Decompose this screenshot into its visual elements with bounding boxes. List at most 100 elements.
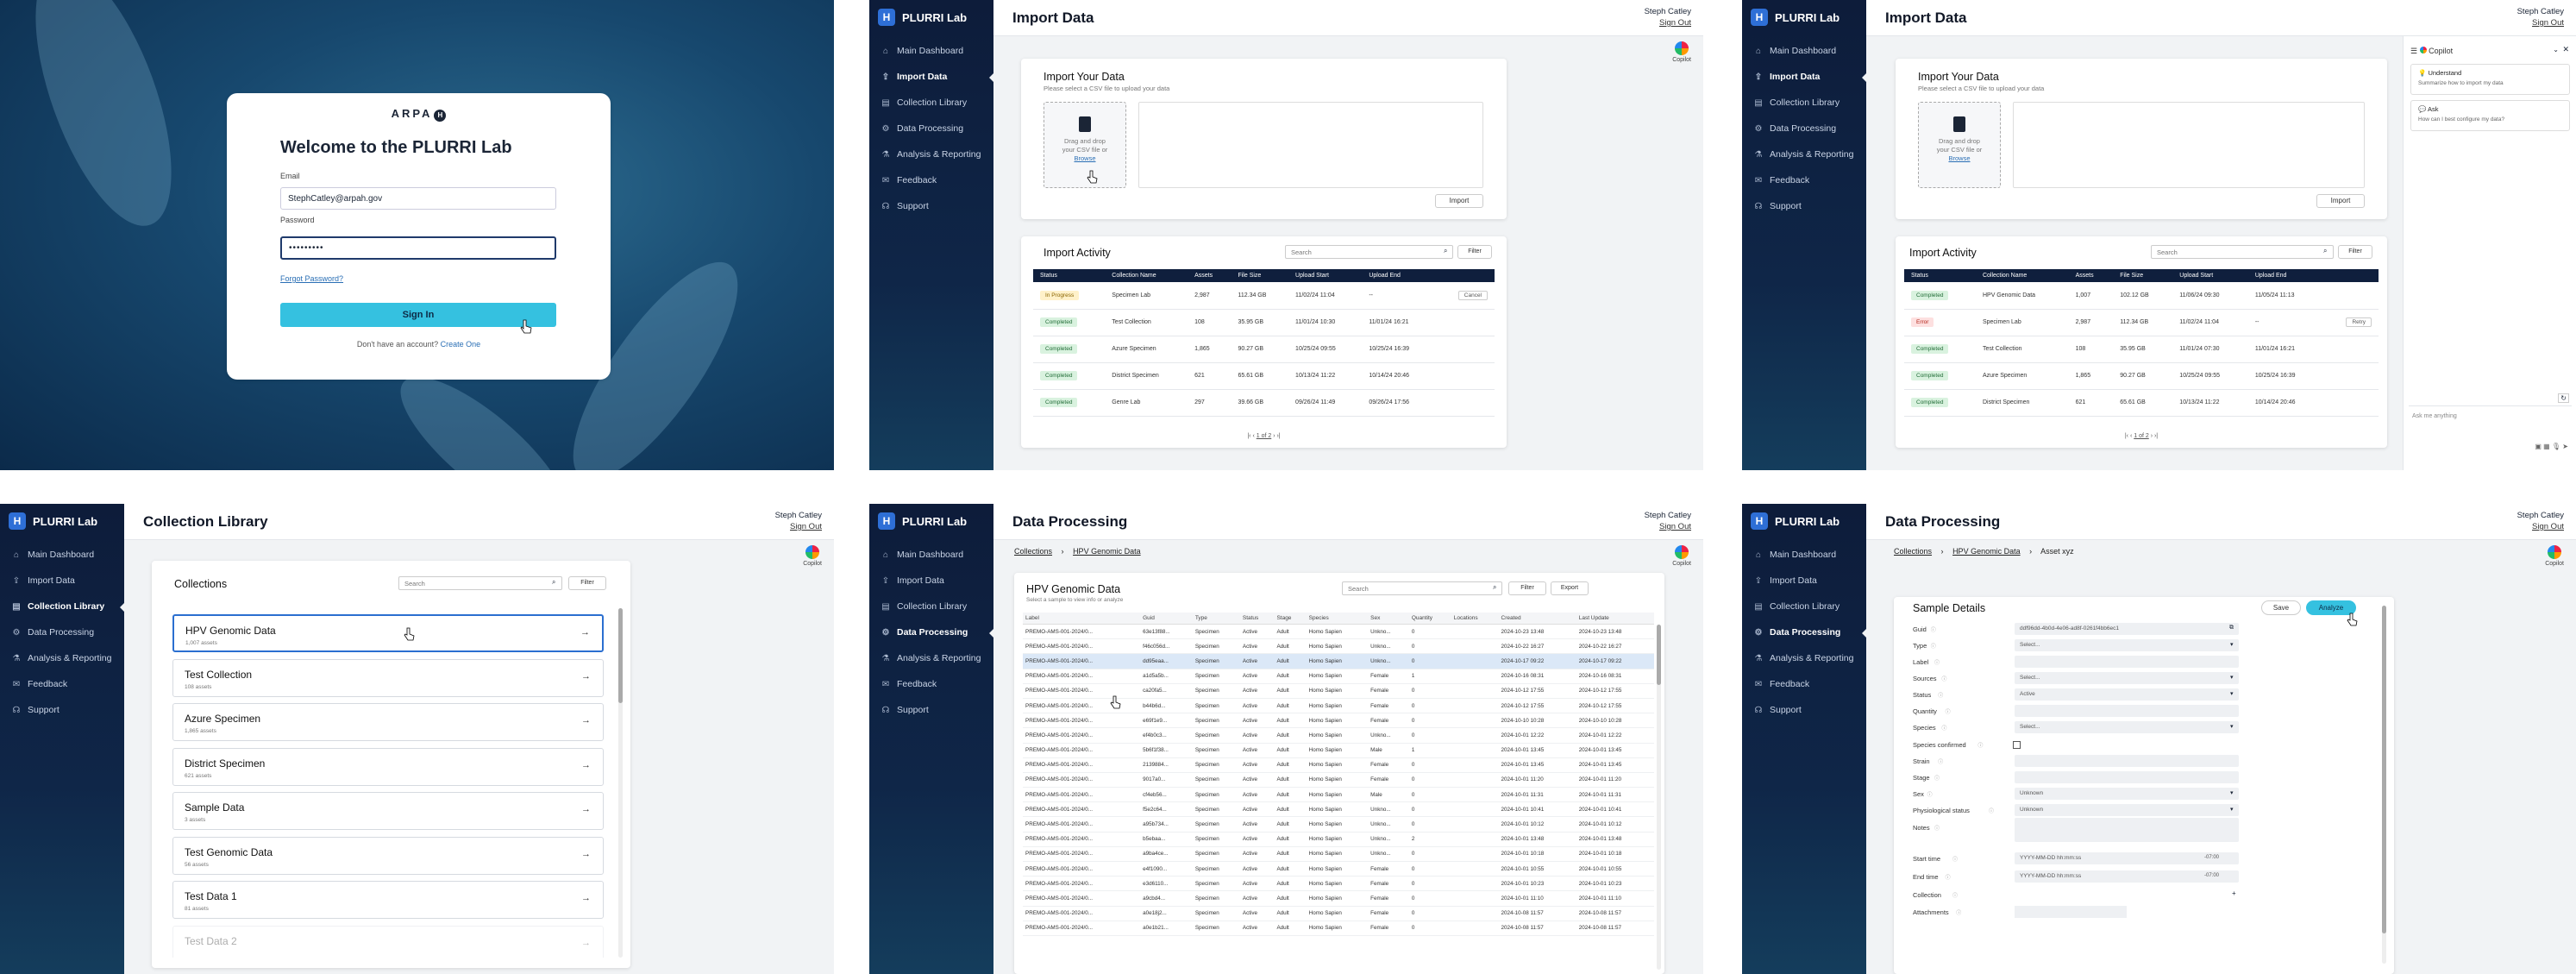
- table-row[interactable]: PREMO-AMS-001-2024/0... 9017a0... Specimen…: [1023, 772, 1654, 789]
- nav-collection-library[interactable]: ▤ Collection Library: [869, 594, 993, 619]
- copilot-button[interactable]: Copilot: [1672, 545, 1691, 567]
- close-icon[interactable]: ✕: [2562, 45, 2569, 54]
- table-row[interactable]: Completed District Specimen 621 65.61 GB 10/…: [1033, 362, 1495, 390]
- column-header[interactable]: Upload End: [1362, 269, 1436, 282]
- nav-support[interactable]: ☊ Support: [1742, 193, 1866, 219]
- table-row[interactable]: Completed Test Collection 108 35.95 GB 11/01…: [1904, 336, 2379, 363]
- table-row[interactable]: In Progress Specimen Lab 2,987 112.34 GB 11/…: [1033, 282, 1495, 310]
- browse-link[interactable]: Browse: [1919, 154, 2000, 162]
- sign-out-link[interactable]: Sign Out: [2517, 17, 2564, 28]
- scrollbar[interactable]: [2382, 606, 2386, 964]
- search-input[interactable]: Search: [1342, 581, 1502, 595]
- table-row[interactable]: PREMO-AMS-001-2024/0... e3d6110... Specime…: [1023, 876, 1654, 892]
- collection-item[interactable]: District Specimen 621 assets →: [172, 747, 604, 786]
- table-row[interactable]: Completed District Specimen 621 65.61 GB 10/…: [1904, 389, 2379, 417]
- species-confirmed-checkbox[interactable]: [2013, 741, 2021, 749]
- nav-import-data[interactable]: ⇪ Import Data: [0, 568, 124, 594]
- table-row[interactable]: Completed Azure Specimen 1,865 90.27 GB 10/2…: [1904, 362, 2379, 390]
- nav-feedback[interactable]: ✉ Feedback: [0, 671, 124, 697]
- email-field[interactable]: StephCatley@arpah.gov: [280, 187, 556, 210]
- import-button[interactable]: Import: [1435, 194, 1483, 208]
- column-header[interactable]: Label: [1023, 613, 1141, 625]
- field-input[interactable]: [2015, 771, 2239, 783]
- column-header[interactable]: Locations: [1451, 613, 1499, 625]
- nav-import-data[interactable]: ⇪ Import Data: [1742, 568, 1866, 594]
- nav-feedback[interactable]: ✉ Feedback: [1742, 167, 1866, 193]
- table-row[interactable]: PREMO-AMS-001-2024/0... cf4eb56... Specime…: [1023, 787, 1654, 803]
- nav-import-data[interactable]: ⇪ Import Data: [869, 64, 994, 90]
- copilot-button[interactable]: Copilot: [803, 545, 822, 567]
- breadcrumb-collections[interactable]: Collections: [1014, 547, 1052, 556]
- nav-data-processing[interactable]: ⚙ Data Processing: [869, 619, 994, 645]
- table-row[interactable]: PREMO-AMS-001-2024/0... ef4b0c3... Specime…: [1023, 727, 1654, 744]
- column-header[interactable]: Assets: [2068, 269, 2114, 282]
- nav-feedback[interactable]: ✉ Feedback: [869, 671, 993, 697]
- nav-data-processing[interactable]: ⚙ Data Processing: [1742, 116, 1866, 141]
- breadcrumb-collections[interactable]: Collections: [1894, 547, 1932, 556]
- nav-feedback[interactable]: ✉ Feedback: [1742, 671, 1866, 697]
- breadcrumb-hpv[interactable]: HPV Genomic Data: [1073, 547, 1141, 556]
- table-row[interactable]: PREMO-AMS-001-2024/0... e69f1e9... Specime…: [1023, 713, 1654, 729]
- table-row[interactable]: Completed Azure Specimen 1,865 90.27 GB 10/2…: [1033, 336, 1495, 363]
- table-row[interactable]: PREMO-AMS-001-2024/0... a1d5a5b... Specime…: [1023, 669, 1654, 684]
- filter-button[interactable]: Filter: [2338, 245, 2372, 259]
- attachments-field[interactable]: [2015, 906, 2127, 918]
- nav-analysis-reporting[interactable]: ⚗ Analysis & Reporting: [1742, 645, 1866, 671]
- nav-data-processing[interactable]: ⚙ Data Processing: [869, 116, 993, 141]
- column-header[interactable]: Sex: [1368, 613, 1409, 625]
- table-row[interactable]: PREMO-AMS-001-2024/0... 63e13f88... Specim…: [1023, 624, 1654, 640]
- row-action-button[interactable]: Retry: [2346, 317, 2372, 327]
- column-header[interactable]: Status: [1033, 269, 1106, 282]
- nav-analysis-reporting[interactable]: ⚗ Analysis & Reporting: [869, 141, 993, 167]
- nav-collection-library[interactable]: ▤ Collection Library: [869, 90, 993, 116]
- table-row[interactable]: Error Specimen Lab 2,987 112.34 GB 11/02/24 …: [1904, 309, 2379, 336]
- field-input[interactable]: Select...: [2015, 639, 2239, 651]
- nav-main-dashboard[interactable]: ⌂ Main Dashboard: [1742, 38, 1866, 64]
- import-button[interactable]: Import: [2316, 194, 2365, 208]
- scrollbar[interactable]: [618, 608, 623, 958]
- nav-import-data[interactable]: ⇪ Import Data: [1742, 64, 1867, 90]
- table-row[interactable]: PREMO-AMS-001-2024/0... a9cbd4... Specimen…: [1023, 890, 1654, 907]
- collection-item[interactable]: HPV Genomic Data 1,007 assets →: [172, 614, 604, 652]
- column-header[interactable]: File Size: [2113, 269, 2173, 282]
- scrollbar[interactable]: [1657, 625, 1661, 970]
- table-row[interactable]: PREMO-AMS-001-2024/0... b5ebaa... Specimen…: [1023, 832, 1654, 847]
- table-row[interactable]: PREMO-AMS-001-2024/0... dd95eaa... Specime…: [1023, 653, 1654, 669]
- nav-support[interactable]: ☊ Support: [1742, 697, 1866, 723]
- nav-support[interactable]: ☊ Support: [0, 697, 124, 723]
- nav-main-dashboard[interactable]: ⌂ Main Dashboard: [869, 38, 993, 64]
- nav-collection-library[interactable]: ▤ Collection Library: [1742, 90, 1866, 116]
- row-action-button[interactable]: Cancel: [1457, 290, 1488, 300]
- table-row[interactable]: PREMO-AMS-001-2024/0... 5b6f1f38... Specim…: [1023, 743, 1654, 758]
- timezone-select[interactable]: -07:00: [2204, 873, 2219, 878]
- table-row[interactable]: PREMO-AMS-001-2024/0... f46c056d... Specim…: [1023, 638, 1654, 655]
- column-header[interactable]: Assets: [1188, 269, 1232, 282]
- export-button[interactable]: Export: [1551, 581, 1589, 595]
- column-header[interactable]: Upload Start: [1288, 269, 1363, 282]
- column-header[interactable]: Status: [1239, 613, 1275, 625]
- browse-link[interactable]: Browse: [1044, 154, 1125, 162]
- image-icon[interactable]: ▦: [2543, 443, 2550, 450]
- filter-button[interactable]: Filter: [1457, 245, 1492, 259]
- search-input[interactable]: Search: [2151, 245, 2334, 259]
- column-header[interactable]: Upload End: [2247, 269, 2324, 282]
- nav-analysis-reporting[interactable]: ⚗ Analysis & Reporting: [1742, 141, 1866, 167]
- sign-out-link[interactable]: Sign Out: [775, 521, 822, 532]
- table-row[interactable]: PREMO-AMS-001-2024/0... 2139884... Specime…: [1023, 757, 1654, 773]
- collection-list[interactable]: HPV Genomic Data 1,007 assets → Test Collec…: [152, 561, 630, 958]
- collection-item[interactable]: Test Data 2 →: [172, 925, 604, 958]
- table-row[interactable]: Completed Genre Lab 297 39.66 GB 09/26/24 11…: [1033, 389, 1495, 417]
- nav-main-dashboard[interactable]: ⌂ Main Dashboard: [869, 542, 993, 568]
- column-header[interactable]: Guid: [1140, 613, 1193, 625]
- field-input[interactable]: [2015, 656, 2239, 668]
- create-account-link[interactable]: Create One: [441, 340, 481, 349]
- sign-out-link[interactable]: Sign Out: [1645, 521, 1691, 532]
- timezone-select[interactable]: -07:00: [2204, 855, 2219, 860]
- column-header[interactable]: Stage: [1274, 613, 1307, 625]
- field-input[interactable]: [2015, 755, 2239, 767]
- nav-collection-library[interactable]: ▤ Collection Library: [1742, 594, 1866, 619]
- menu-icon[interactable]: ☰: [2410, 47, 2417, 55]
- collection-item[interactable]: Test Genomic Data 56 assets →: [172, 836, 604, 875]
- nav-analysis-reporting[interactable]: ⚗ Analysis & Reporting: [869, 645, 993, 671]
- table-row[interactable]: PREMO-AMS-001-2024/0... f5e2c64... Specime…: [1023, 801, 1654, 818]
